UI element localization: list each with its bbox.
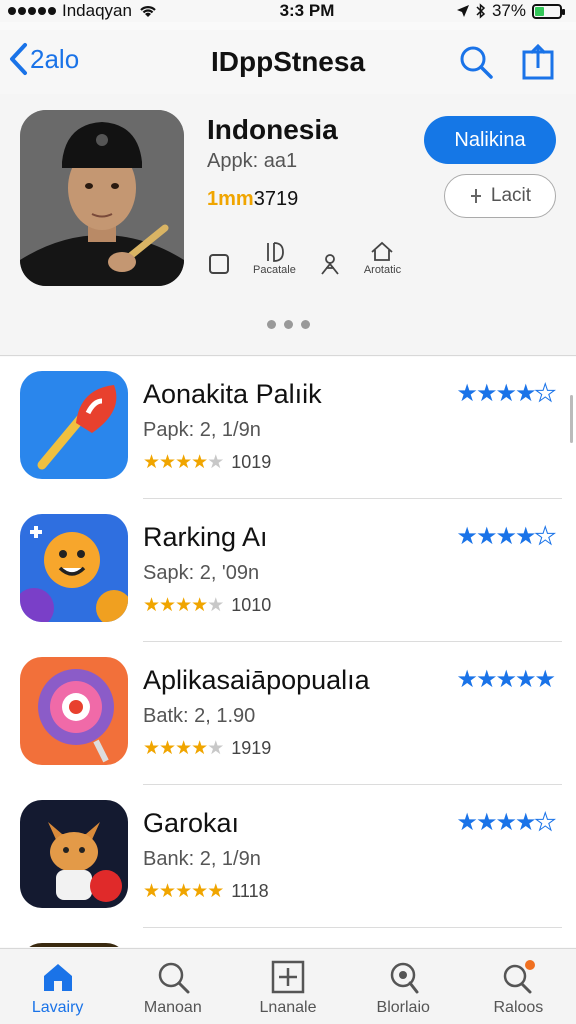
featured-rating: 1mm3719 — [207, 188, 298, 211]
search-icon[interactable] — [458, 44, 494, 80]
app-name: Aonakita Palıik — [143, 379, 322, 409]
star-rating-blue: ★★★★★ — [456, 380, 556, 408]
status-bar: Indaqyan 3:3 PM 37% — [0, 0, 576, 22]
lollipop-icon — [20, 657, 128, 765]
star-rating: ★★★★★ — [143, 452, 224, 473]
app-rating: ★★★★★ 1010 — [143, 594, 271, 617]
signal-icon — [8, 7, 56, 15]
star-rating-blue: ★★★★★ — [456, 523, 556, 551]
list-item[interactable]: Garokaı Bank: 2, 1/9n ★★★★★ 1118 ★★★★★ — [0, 786, 576, 928]
list-item[interactable]: Aonakita Palıik Papk: 2, 1/9n ★★★★★ 1019 … — [0, 357, 576, 499]
star-rating-blue: ★★★★★ — [456, 666, 556, 693]
featured-subtitle: Appk: aa1 — [207, 150, 298, 172]
secondary-button[interactable]: Lacit — [444, 174, 556, 218]
tab-lavairy[interactable]: Lavairy — [0, 949, 115, 1024]
search-icon — [158, 962, 190, 994]
app-name: Aplikasaiāpopualıa — [143, 665, 370, 695]
featured-rating-count: 3719 — [253, 188, 299, 210]
rating-count: 1010 — [231, 595, 272, 615]
battery-level — [535, 6, 544, 16]
get-button[interactable]: Nalikina — [424, 116, 556, 164]
add-square-icon — [271, 960, 305, 994]
featured-card: Indonesia Appk: aa1 1mm3719 Nalikina Lac… — [0, 94, 576, 356]
app-rating: ★★★★★ 1019 — [143, 451, 271, 474]
list-item[interactable] — [0, 929, 576, 947]
location-icon — [456, 5, 469, 17]
person-portrait-icon — [20, 110, 184, 286]
rating-count: 1118 — [231, 881, 269, 901]
list-item[interactable]: Aplikasaiāpopualıa Batk: 2, 1.90 ★★★★★ 19… — [0, 643, 576, 785]
secondary-button-label: Lacit — [490, 185, 532, 206]
app-subtitle: Sapk: 2, '09n — [143, 562, 260, 584]
battery-percent: 37% — [491, 1, 526, 20]
popsicle-icon — [20, 371, 128, 479]
rating-count: 1919 — [231, 738, 272, 758]
tab-lnanale[interactable]: Lnanale — [230, 949, 345, 1024]
tab-label: Lavairy — [31, 999, 84, 1016]
fox-icon — [20, 800, 128, 908]
divider — [143, 498, 562, 499]
app-icon-partial — [20, 943, 128, 947]
back-label: 2alo — [30, 43, 80, 74]
magnifier-icon — [390, 962, 419, 994]
action-label: Pacatale — [253, 264, 296, 276]
status-left: Indaqyan — [8, 1, 158, 21]
tab-manoan[interactable]: Manoan — [115, 949, 230, 1024]
divider — [143, 641, 562, 642]
app-list[interactable]: Aonakita Palıik Papk: 2, 1/9n ★★★★★ 1019 … — [0, 357, 576, 947]
status-right: 37% — [456, 1, 565, 21]
action-person[interactable] — [318, 252, 342, 276]
square-icon — [209, 254, 229, 274]
chevron-left-icon — [10, 43, 27, 75]
tab-bar: Lavairy Manoan Lnanale Blorlaio Raloos — [0, 948, 576, 1024]
tab-label: Manoan — [143, 999, 202, 1016]
home-icon — [371, 241, 394, 261]
plus-icon — [470, 189, 481, 203]
action-square[interactable] — [207, 252, 231, 276]
app-subtitle: Batk: 2, 1.90 — [143, 705, 256, 727]
action-id[interactable]: Pacatale — [253, 240, 296, 276]
tab-raloos[interactable]: Raloos — [461, 949, 576, 1024]
featured-actions: Pacatale Arotatic — [207, 240, 401, 276]
tab-label: Lnanale — [259, 999, 317, 1016]
action-home[interactable]: Arotatic — [364, 240, 401, 276]
tab-label: Raloos — [493, 999, 544, 1016]
smiley-sun-icon — [20, 514, 128, 622]
divider — [143, 784, 562, 785]
status-time: 3:3 PM — [279, 1, 335, 20]
divider — [143, 927, 562, 928]
app-subtitle: Papk: 2, 1/9n — [143, 419, 261, 441]
battery-icon — [532, 3, 565, 19]
wifi-icon — [140, 6, 156, 17]
action-label: Arotatic — [363, 264, 402, 276]
star-rating: ★★★★★ — [143, 738, 224, 759]
star-rating: ★★★★★ — [143, 881, 224, 902]
star-rating-blue: ★★★★★ — [456, 809, 556, 837]
carrier-label: Indaqyan — [62, 1, 132, 20]
search-badge-icon — [504, 960, 536, 994]
app-name: Rarking Aı — [143, 522, 268, 552]
share-icon[interactable] — [520, 44, 556, 80]
featured-rating-text: 1mm — [207, 188, 254, 210]
home-icon — [43, 964, 72, 991]
page-indicator[interactable] — [0, 320, 576, 329]
person-icon — [321, 254, 339, 275]
navigation-bar: 2alo IDppStnesa — [0, 30, 576, 94]
star-rating: ★★★★★ — [143, 595, 224, 616]
tab-label: Blorlaio — [376, 999, 430, 1016]
rating-count: 1019 — [231, 452, 272, 472]
app-name: Garokaı — [143, 808, 240, 838]
tab-blorlaio[interactable]: Blorlaio — [346, 949, 461, 1024]
app-rating: ★★★★★ 1118 — [143, 880, 269, 903]
app-subtitle: Bank: 2, 1/9n — [143, 848, 261, 870]
app-rating: ★★★★★ 1919 — [143, 737, 271, 760]
back-button[interactable]: 2alo — [8, 42, 79, 76]
list-item[interactable]: Rarking Aı Sapk: 2, '09n ★★★★★ 1010 ★★★★★ — [0, 500, 576, 642]
featured-title: Indonesia — [207, 114, 338, 145]
id-icon — [267, 242, 285, 262]
featured-image[interactable] — [20, 110, 184, 286]
bluetooth-icon — [476, 3, 486, 19]
